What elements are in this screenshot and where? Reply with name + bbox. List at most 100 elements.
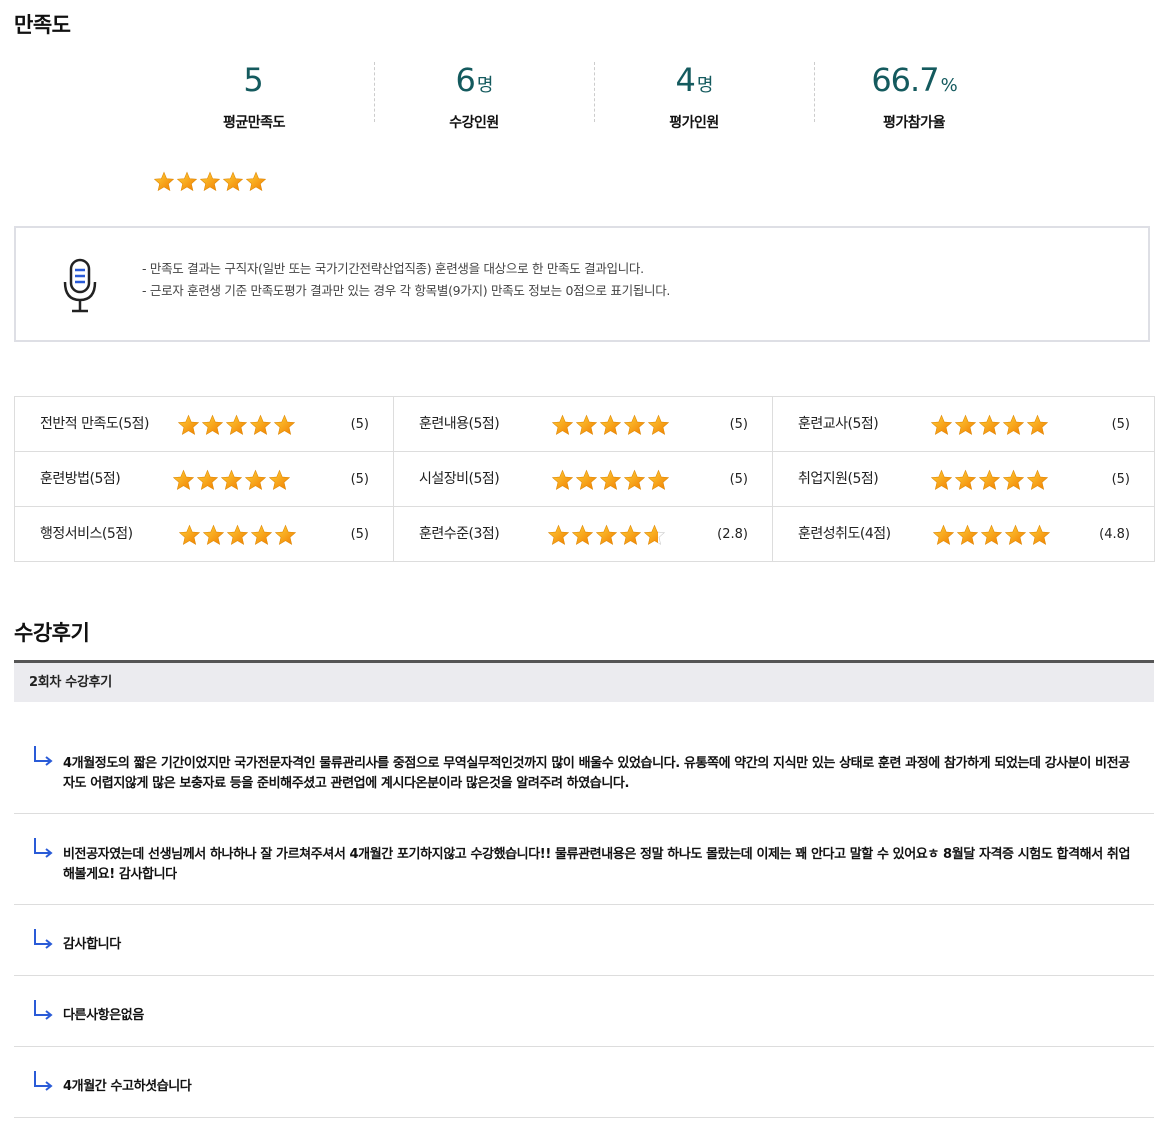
star-icon bbox=[244, 469, 267, 492]
review-item: 감사합니다 bbox=[14, 905, 1154, 976]
star-icon bbox=[225, 414, 248, 437]
star-icon bbox=[978, 469, 1001, 492]
star-icon bbox=[954, 469, 977, 492]
star-icon bbox=[930, 414, 953, 437]
rating-item-stars bbox=[930, 469, 1049, 492]
star-icon bbox=[249, 414, 272, 437]
star-icon bbox=[647, 469, 670, 492]
stat-value: 66.7 bbox=[871, 61, 939, 99]
rating-item-score: (5) bbox=[1111, 472, 1130, 487]
stat-evaluators: 4명 평가인원 bbox=[584, 62, 804, 132]
rating-item-label: 훈련수준(3점) bbox=[419, 526, 500, 542]
review-text: 감사합니다 bbox=[63, 937, 121, 952]
star-icon bbox=[1004, 524, 1027, 547]
rating-item-label: 시설장비(5점) bbox=[419, 471, 500, 487]
reply-arrow-icon bbox=[32, 836, 54, 862]
star-icon bbox=[980, 524, 1003, 547]
star-icon bbox=[599, 469, 622, 492]
star-icon bbox=[1026, 469, 1049, 492]
rating-item-score: (5) bbox=[729, 417, 748, 432]
star-icon bbox=[1026, 414, 1049, 437]
review-item: 4개월정도의 짧은 기간이었지만 국가전문자격인 물류관리사를 중점으로 무역실… bbox=[14, 702, 1154, 814]
rating-item: 훈련성취도(4점) (4.8) bbox=[773, 507, 1155, 562]
star-icon bbox=[274, 524, 297, 547]
rating-item-label: 훈련방법(5점) bbox=[40, 471, 121, 487]
notice-line: - 근로자 훈련생 기준 만족도평가 결과만 있는 경우 각 항목별(9가지) … bbox=[142, 283, 671, 298]
stat-unit: 명 bbox=[476, 75, 494, 96]
star-icon bbox=[196, 469, 219, 492]
rating-item: 훈련수준(3점) (2.8) bbox=[394, 507, 773, 562]
rating-item-score: (4.8) bbox=[1099, 527, 1130, 542]
review-text: 4개월간 수고하셧습니다 bbox=[63, 1079, 192, 1094]
star-icon bbox=[647, 414, 670, 437]
microphone-icon bbox=[62, 258, 98, 318]
stat-label: 수강인원 bbox=[449, 115, 499, 131]
rating-item: 훈련방법(5점) (5) bbox=[15, 452, 394, 507]
rating-item-stars bbox=[932, 524, 1051, 547]
star-icon bbox=[268, 469, 291, 492]
star-icon bbox=[551, 414, 574, 437]
review-text: 다른사항은없음 bbox=[63, 1008, 144, 1023]
rating-item: 훈련내용(5점) (5) bbox=[394, 397, 773, 452]
star-icon bbox=[575, 469, 598, 492]
star-icon bbox=[178, 524, 201, 547]
notice-line: - 만족도 결과는 구직자(일반 또는 국가기간전략산업직종) 훈련생을 대상으… bbox=[142, 261, 644, 276]
stat-value: 5 bbox=[243, 61, 263, 99]
star-icon bbox=[595, 524, 618, 547]
stat-value: 4 bbox=[675, 61, 696, 99]
rating-item: 전반적 만족도(5점) (5) bbox=[15, 397, 394, 452]
reply-arrow-icon bbox=[32, 744, 54, 770]
rating-item-stars bbox=[172, 469, 291, 492]
star-icon bbox=[956, 524, 979, 547]
rating-item-score: (5) bbox=[350, 472, 369, 487]
rating-item-stars bbox=[547, 524, 666, 547]
rating-item: 시설장비(5점) (5) bbox=[394, 452, 773, 507]
star-icon bbox=[930, 469, 953, 492]
star-icon bbox=[619, 524, 642, 547]
review-text: 4개월정도의 짧은 기간이었지만 국가전문자격인 물류관리사를 중점으로 무역실… bbox=[63, 756, 1130, 791]
rating-item-score: (2.8) bbox=[717, 527, 748, 542]
rating-item-score: (5) bbox=[350, 527, 369, 542]
reply-arrow-icon bbox=[32, 927, 54, 953]
stat-value: 6 bbox=[455, 61, 476, 99]
star-icon bbox=[202, 524, 225, 547]
star-icon bbox=[551, 469, 574, 492]
star-icon bbox=[643, 524, 666, 547]
star-icon bbox=[571, 524, 594, 547]
review-item: 비전공자였는데 선생님께서 하나하나 잘 가르쳐주셔서 4개월간 포기하지않고 … bbox=[14, 814, 1154, 905]
rating-item-label: 행정서비스(5점) bbox=[40, 526, 133, 542]
star-icon bbox=[220, 469, 243, 492]
stat-unit: 명 bbox=[696, 75, 714, 96]
star-icon bbox=[547, 524, 570, 547]
stat-label: 평가참가율 bbox=[883, 115, 945, 131]
review-text: 비전공자였는데 선생님께서 하나하나 잘 가르쳐주셔서 4개월간 포기하지않고 … bbox=[63, 847, 1131, 882]
stat-unit: % bbox=[940, 75, 958, 96]
satisfaction-title: 만족도 bbox=[14, 13, 71, 37]
star-icon bbox=[599, 414, 622, 437]
star-icon bbox=[177, 414, 200, 437]
star-icon bbox=[250, 524, 273, 547]
rating-item-stars bbox=[178, 524, 297, 547]
stat-label: 평가인원 bbox=[669, 115, 719, 131]
rating-item-label: 훈련내용(5점) bbox=[419, 416, 500, 432]
stat-enrolled: 6명 수강인원 bbox=[364, 62, 584, 132]
rating-item: 행정서비스(5점) (5) bbox=[15, 507, 394, 562]
review-round-label: 2회차 수강후기 bbox=[29, 675, 112, 690]
star-icon bbox=[954, 414, 977, 437]
star-icon bbox=[222, 171, 244, 193]
stat-average: 5 평균만족도 bbox=[144, 62, 364, 132]
rating-item-stars bbox=[930, 414, 1049, 437]
overall-star-rating bbox=[153, 171, 267, 193]
star-icon bbox=[1002, 414, 1025, 437]
star-icon bbox=[575, 414, 598, 437]
star-icon bbox=[932, 524, 955, 547]
rating-item-label: 훈련교사(5점) bbox=[798, 416, 879, 432]
rating-item: 취업지원(5점) (5) bbox=[773, 452, 1155, 507]
reviews-title: 수강후기 bbox=[14, 621, 90, 645]
rating-item-score: (5) bbox=[350, 417, 369, 432]
reply-arrow-icon bbox=[32, 998, 54, 1024]
star-icon bbox=[245, 171, 267, 193]
star-icon bbox=[623, 414, 646, 437]
star-icon bbox=[1028, 524, 1051, 547]
star-icon bbox=[199, 171, 221, 193]
